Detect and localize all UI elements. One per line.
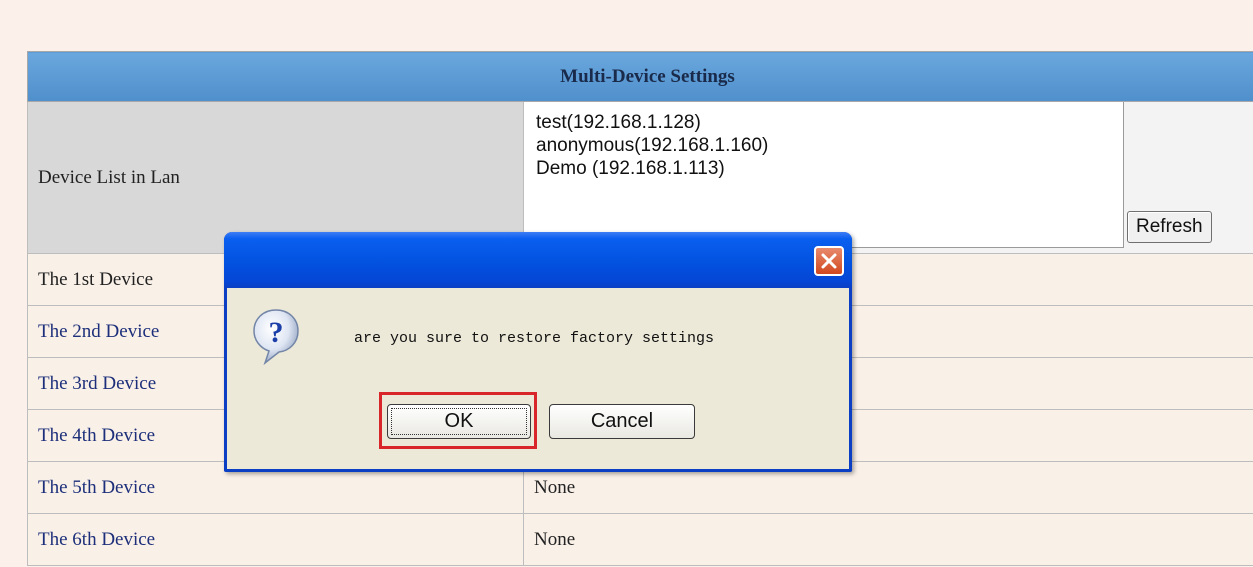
- refresh-button[interactable]: Refresh: [1127, 211, 1212, 243]
- list-item[interactable]: Demo (192.168.1.113): [536, 157, 1123, 180]
- device-list-label: Device List in Lan: [27, 101, 524, 254]
- close-icon[interactable]: [814, 246, 844, 276]
- device-value: None: [523, 513, 1253, 566]
- device-listbox[interactable]: test(192.168.1.128) anonymous(192.168.1.…: [524, 102, 1124, 248]
- list-item[interactable]: test(192.168.1.128): [536, 111, 1123, 134]
- device-list-cell: test(192.168.1.128) anonymous(192.168.1.…: [523, 101, 1253, 254]
- list-item[interactable]: anonymous(192.168.1.160): [536, 134, 1123, 157]
- cancel-button[interactable]: Cancel: [549, 404, 695, 439]
- question-icon: ?: [253, 309, 299, 365]
- svg-text:?: ?: [269, 316, 284, 349]
- dialog-titlebar[interactable]: [224, 232, 852, 288]
- ok-button[interactable]: OK: [387, 404, 531, 439]
- device-link[interactable]: The 6th Device: [27, 513, 524, 566]
- settings-title: Multi-Device Settings: [27, 51, 1253, 102]
- table-row: The 6th Device None: [27, 513, 1253, 566]
- dialog-message: are you sure to restore factory settings: [354, 330, 715, 347]
- confirm-dialog: ? are you sure to restore factory settin…: [224, 232, 852, 472]
